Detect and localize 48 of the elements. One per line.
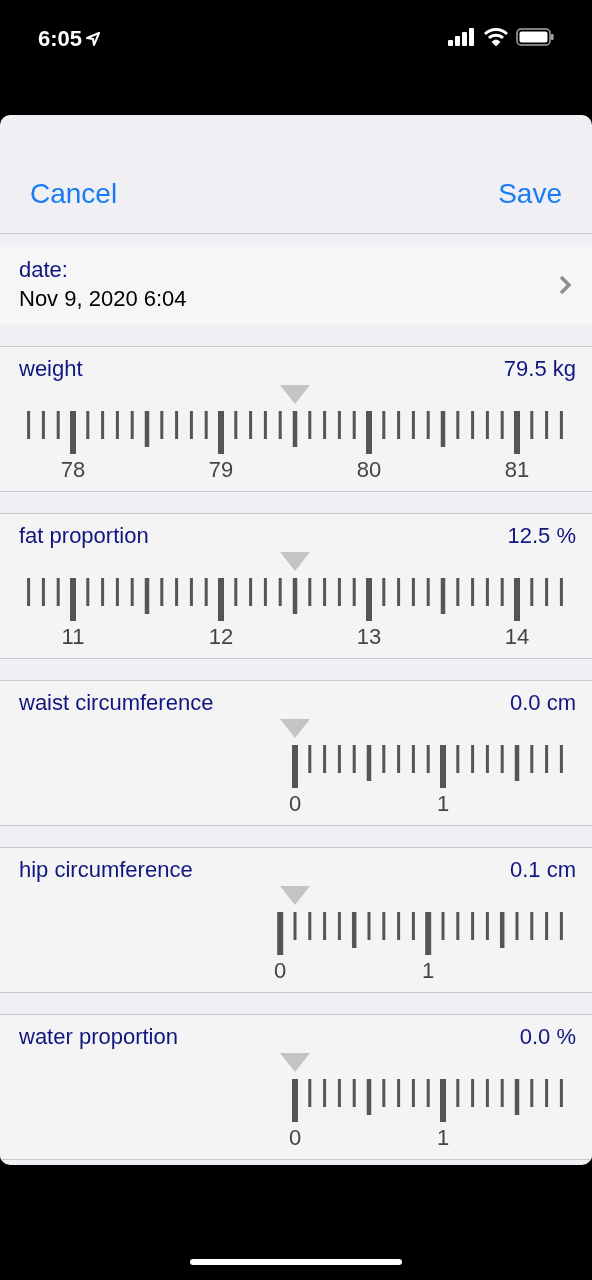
- tick-label: 0: [287, 791, 303, 817]
- measurement-card[interactable]: weight 79.5 kg 78 79 80 81: [0, 346, 592, 492]
- measurement-value: 0.1 cm: [509, 856, 576, 884]
- pointer-icon: [280, 886, 310, 905]
- measurement-label: hip circumference: [19, 856, 193, 884]
- location-arrow-icon: [86, 31, 101, 46]
- tick-label: 78: [59, 457, 87, 483]
- measurement-card[interactable]: water proportion 0.0 % 0 1: [0, 1014, 592, 1160]
- tick-label: 1: [435, 1125, 451, 1151]
- tick-label: 81: [503, 457, 531, 483]
- ruler-ticks-drawing[interactable]: [27, 411, 563, 454]
- wifi-icon: [484, 28, 508, 46]
- tick-label: 79: [207, 457, 235, 483]
- tick-label: 13: [355, 624, 383, 650]
- chevron-right-icon: [558, 273, 572, 296]
- measurement-label: water proportion: [19, 1023, 178, 1051]
- measurement-value: 79.5 kg: [503, 355, 576, 383]
- measurement-label: waist circumference: [19, 689, 214, 717]
- ruler-ticks-drawing[interactable]: [277, 912, 563, 955]
- tick-label: 11: [60, 624, 86, 650]
- tick-label: 14: [503, 624, 531, 650]
- tick-label: 1: [435, 791, 451, 817]
- pointer-icon: [280, 552, 310, 571]
- tick-label: 80: [355, 457, 383, 483]
- tick-label: 0: [287, 1125, 303, 1151]
- tick-label: 0: [273, 958, 288, 984]
- measurement-value: 0.0 %: [519, 1023, 576, 1051]
- signal-icon: [448, 28, 476, 46]
- measurement-label: fat proportion: [19, 522, 149, 550]
- measurement-card[interactable]: hip circumference 0.1 cm 0 1: [0, 847, 592, 993]
- pointer-icon: [280, 719, 310, 738]
- ruler-ticks-drawing[interactable]: [27, 578, 563, 621]
- measurement-value: 12.5 %: [507, 522, 576, 550]
- ruler-ticks-drawing[interactable]: [292, 745, 563, 788]
- measurement-card[interactable]: fat proportion 12.5 % 11 12 13 14: [0, 513, 592, 659]
- measurement-label: weight: [19, 355, 83, 383]
- measurement-value: 0.0 cm: [509, 689, 576, 717]
- pointer-icon: [280, 1053, 310, 1072]
- date-row[interactable]: date: Nov 9, 2020 6:04: [0, 245, 592, 324]
- pointer-icon: [280, 385, 310, 404]
- ruler-ticks-drawing[interactable]: [292, 1079, 563, 1122]
- tick-label: 1: [421, 958, 436, 984]
- battery-icon: [516, 28, 554, 46]
- date-label: date:: [19, 255, 69, 284]
- date-value: Nov 9, 2020 6:04: [19, 284, 187, 313]
- status-time: 6:05: [38, 25, 83, 53]
- tick-label: 12: [207, 624, 235, 650]
- measurement-card[interactable]: waist circumference 0.0 cm 0 1: [0, 680, 592, 826]
